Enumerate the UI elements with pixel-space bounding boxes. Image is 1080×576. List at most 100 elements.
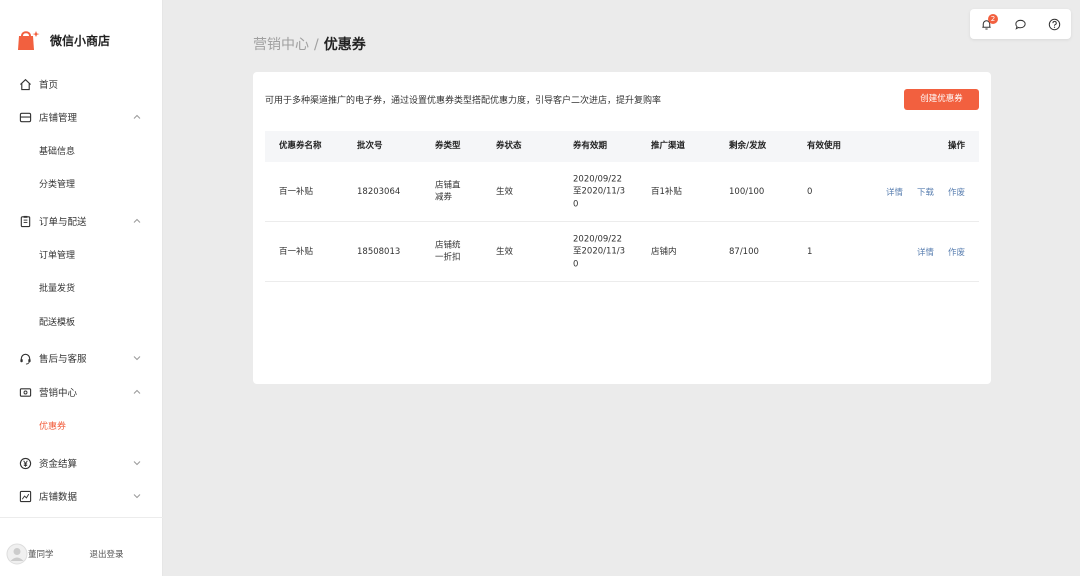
sidebar-item-label: 店铺数据	[39, 492, 78, 503]
valid-usage: 0	[807, 186, 813, 197]
coupon-type: 店铺统 一折扣	[435, 239, 461, 264]
coupon-status: 生效	[496, 246, 514, 257]
sidebar-item-home[interactable]: 首页	[0, 72, 163, 96]
home-icon	[18, 77, 32, 91]
sidebar-item-label: 首页	[39, 80, 59, 91]
validity-period: 2020/09/22 至2020/11/3 0	[573, 173, 625, 211]
breadcrumb: 营销中心 / 优惠券	[253, 34, 366, 54]
chevron-up-icon	[133, 389, 141, 394]
coupon-type: 店铺直 减券	[435, 179, 461, 204]
batch-number: 18203064	[357, 186, 401, 197]
sidebar-subitem-shipping-template[interactable]: 配送模板	[0, 310, 163, 332]
validity-line: 至2020/11/3	[573, 246, 626, 257]
sidebar-item-label: 订单与配送	[39, 217, 87, 228]
coupon-table: 优惠券名称 批次号 券类型 券状态 券有效期 推广渠道 剩余/发放 有效使用 操…	[265, 131, 979, 282]
sidebar-subitem-basic-info[interactable]: 基础信息	[0, 139, 163, 161]
coupon-description: 可用于多种渠道推广的电子券，通过设置优惠券类型搭配优惠力度，引导客户二次进店，提…	[265, 96, 662, 106]
detail-link[interactable]: 详情	[886, 186, 903, 198]
coupon-card: 可用于多种渠道推广的电子券，通过设置优惠券类型搭配优惠力度，引导客户二次进店，提…	[253, 72, 991, 384]
app-name: 微信小商店	[50, 33, 111, 48]
help-icon[interactable]	[1047, 17, 1061, 31]
coupon-status: 生效	[496, 186, 514, 197]
user-area: 董同学 退出登录	[6, 543, 124, 565]
detail-link[interactable]: 详情	[917, 246, 934, 258]
table-row: 百一补贴 18203064 店铺直 减券 生效 2020/09/22 至2020…	[265, 162, 979, 222]
coupon-type-line: 一折扣	[435, 252, 461, 263]
column-header: 操作	[948, 141, 966, 151]
create-coupon-button[interactable]: 创建优惠券	[904, 89, 979, 110]
sidebar-item-funds[interactable]: 资金结算	[0, 451, 163, 475]
column-header: 剩余/发放	[729, 141, 767, 151]
sidebar-subitem-label: 优惠券	[39, 421, 67, 432]
sidebar-subitem-label: 基础信息	[39, 146, 76, 157]
table-row: 百一补贴 18508013 店铺统 一折扣 生效 2020/09/22 至202…	[265, 222, 979, 282]
sidebar-divider	[0, 517, 163, 518]
headset-icon	[18, 351, 32, 365]
sidebar-item-label: 资金结算	[39, 459, 78, 470]
valid-usage: 1	[807, 246, 813, 257]
sidebar-subitem-label: 批量发货	[39, 283, 76, 294]
sidebar-subitem-batch-ship[interactable]: 批量发货	[0, 276, 163, 298]
void-link[interactable]: 作废	[948, 246, 965, 258]
sidebar-subitem-label: 订单管理	[39, 250, 76, 261]
validity-line: 0	[573, 258, 579, 269]
sidebar-item-orders[interactable]: 订单与配送	[0, 209, 163, 233]
remaining-issued: 87/100	[729, 246, 759, 257]
column-header: 批次号	[357, 141, 383, 151]
column-header: 有效使用	[807, 141, 842, 151]
coupon-type-line: 店铺统	[435, 240, 461, 250]
ticket-icon	[18, 385, 32, 399]
chart-icon	[18, 489, 32, 503]
message-icon[interactable]	[1013, 17, 1027, 31]
download-link[interactable]: 下载	[917, 186, 934, 198]
sidebar-subitem-order-manage[interactable]: 订单管理	[0, 243, 163, 265]
sidebar-subitem-coupons[interactable]: 优惠券	[0, 414, 163, 436]
sidebar: 微信小商店 首页 店铺管理 基础信息 分类管理 订单与配送 订单管理 批量发货 …	[0, 0, 163, 576]
sidebar-item-store-data[interactable]: 店铺数据	[0, 484, 163, 508]
avatar	[6, 543, 28, 565]
sidebar-item-marketing[interactable]: 营销中心	[0, 380, 163, 404]
table-header: 优惠券名称 批次号 券类型 券状态 券有效期 推广渠道 剩余/发放 有效使用 操…	[265, 131, 979, 162]
coupon-name: 百一补贴	[279, 246, 314, 257]
yen-icon	[18, 456, 32, 470]
validity-line: 至2020/11/3	[573, 186, 626, 197]
void-link[interactable]: 作废	[948, 186, 965, 198]
breadcrumb-separator: /	[314, 37, 319, 53]
validity-line: 0	[573, 198, 579, 209]
shopping-bag-logo-icon	[18, 31, 40, 50]
sidebar-item-store[interactable]: 店铺管理	[0, 105, 163, 129]
promo-channel: 店铺内	[651, 246, 677, 257]
breadcrumb-parent[interactable]: 营销中心	[253, 37, 309, 53]
column-header: 券状态	[496, 141, 522, 151]
notification-badge: 2	[988, 14, 998, 24]
batch-number: 18508013	[357, 246, 401, 257]
top-toolbar: 2	[970, 9, 1071, 39]
column-header: 优惠券名称	[279, 141, 322, 151]
sidebar-item-after-sales[interactable]: 售后与客服	[0, 346, 163, 370]
column-header: 推广渠道	[651, 141, 686, 151]
chevron-down-icon	[133, 461, 141, 466]
chevron-up-icon	[133, 114, 141, 119]
chevron-up-icon	[133, 218, 141, 223]
column-header: 券有效期	[573, 141, 608, 151]
validity-line: 2020/09/22	[573, 173, 622, 184]
column-header: 券类型	[435, 141, 461, 151]
logout-link[interactable]: 退出登录	[90, 548, 124, 560]
sidebar-item-label: 店铺管理	[39, 113, 78, 124]
promo-channel: 百1补贴	[651, 186, 682, 197]
sidebar-item-label: 售后与客服	[39, 354, 87, 365]
app-logo[interactable]: 微信小商店	[16, 28, 110, 52]
chevron-down-icon	[133, 494, 141, 499]
coupon-type-line: 店铺直	[435, 180, 461, 190]
clipboard-icon	[18, 214, 32, 228]
store-icon	[18, 110, 32, 124]
sidebar-subitem-label: 分类管理	[39, 179, 76, 190]
chevron-down-icon	[133, 356, 141, 361]
validity-line: 2020/09/22	[573, 233, 622, 244]
remaining-issued: 100/100	[729, 186, 765, 197]
page-title: 优惠券	[323, 37, 366, 53]
coupon-name: 百一补贴	[279, 186, 314, 197]
validity-period: 2020/09/22 至2020/11/3 0	[573, 233, 625, 271]
sidebar-subitem-label: 配送模板	[39, 317, 76, 328]
sidebar-subitem-category[interactable]: 分类管理	[0, 172, 163, 194]
